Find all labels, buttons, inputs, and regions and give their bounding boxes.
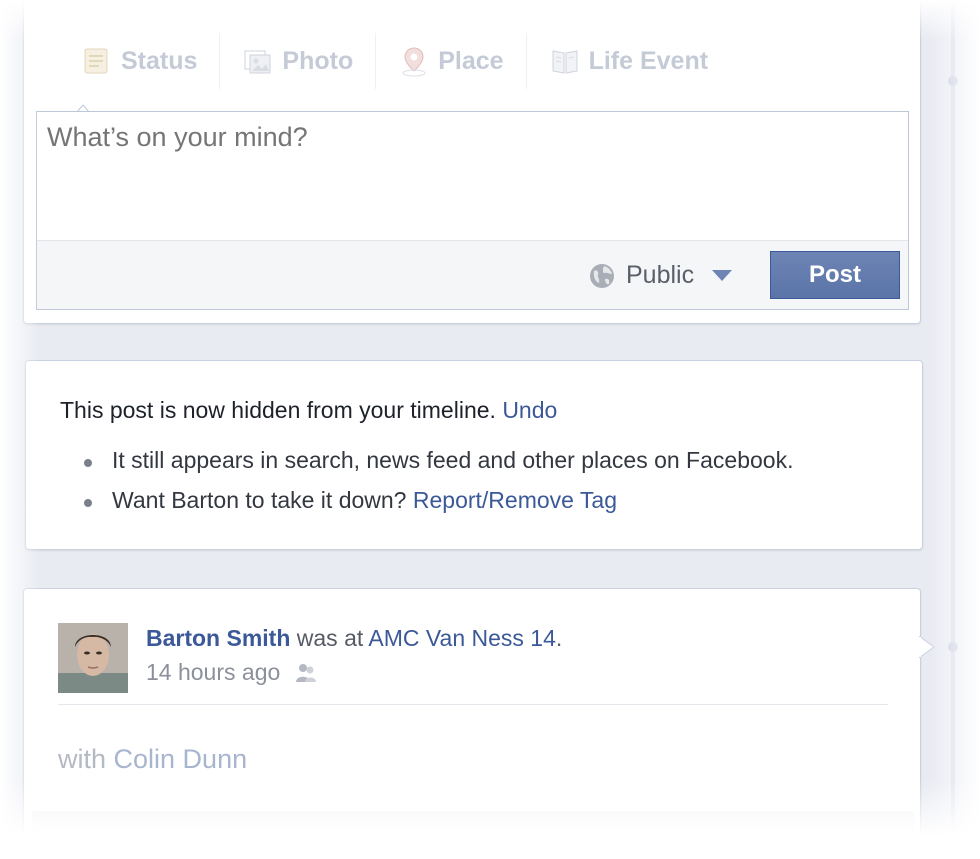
undo-link[interactable]: Undo [502,397,557,423]
with-label: with [58,744,107,774]
notice-message: This post is now hidden from your timeli… [60,397,557,424]
composer-tabs: Status Photo Place Life Event [59,33,730,93]
author-link[interactable]: Barton Smith [146,625,290,651]
timeline-pointer [919,636,935,658]
report-remove-tag-link[interactable]: Report/Remove Tag [413,487,617,513]
notice-bullet: It still appears in search, news feed an… [84,447,793,487]
notice-bullets: It still appears in search, news feed an… [84,447,793,527]
story-verb: was at [296,625,364,651]
place-link[interactable]: AMC Van Ness 14 [368,625,555,651]
place-icon [402,47,426,77]
privacy-label: Public [626,261,695,289]
photo-icon [244,50,271,74]
friends-audience-icon[interactable] [294,662,318,684]
bullet-text: It still appears in search, news feed an… [112,447,794,473]
tab-place[interactable]: Place [376,33,527,89]
profile-photo [58,623,128,693]
story-headline: Barton Smith was at AMC Van Ness 14. [146,625,562,652]
timestamp-link[interactable]: 14 hours ago [146,659,280,686]
post-button[interactable]: Post [770,251,900,299]
story-timestamp: 14 hours ago [146,659,318,686]
avatar[interactable] [58,623,128,693]
timeline-story: Barton Smith was at AMC Van Ness 14. 14 … [23,588,921,859]
tagged-friend-link[interactable]: Colin Dunn [114,744,248,774]
notice-text: This post is now hidden from your timeli… [60,397,496,423]
life-event-icon [552,50,578,74]
timeline-spine [951,0,955,859]
composer-box: Public Post [36,111,909,310]
globe-icon [590,263,614,288]
tab-life-event-label: Life Event [588,46,709,75]
status-composer: Status Photo Place Life Event What’s on … [23,0,921,324]
map-preview [32,811,914,859]
tab-status-label: Status [121,46,198,75]
timeline-dot [948,76,958,86]
story-tagged-with: with Colin Dunn [58,744,247,775]
divider [58,704,888,705]
privacy-selector[interactable]: Public [588,261,733,290]
hidden-post-notice: This post is now hidden from your timeli… [25,360,923,550]
tab-place-label: Place [438,46,504,75]
tab-status[interactable]: Status [59,33,221,89]
tab-photo[interactable]: Photo [220,33,377,89]
tab-photo-label: Photo [282,46,354,75]
composer-footer: Public Post [37,240,908,309]
status-icon [84,48,108,74]
bullet-text: Want Barton to take it down? [112,487,407,513]
chevron-down-icon [712,269,733,281]
timeline-dot [948,642,958,652]
notice-bullet: Want Barton to take it down? Report/Remo… [84,487,793,527]
tab-life-event[interactable]: Life Event [527,33,730,89]
status-input[interactable] [47,122,887,153]
period: . [555,625,563,651]
